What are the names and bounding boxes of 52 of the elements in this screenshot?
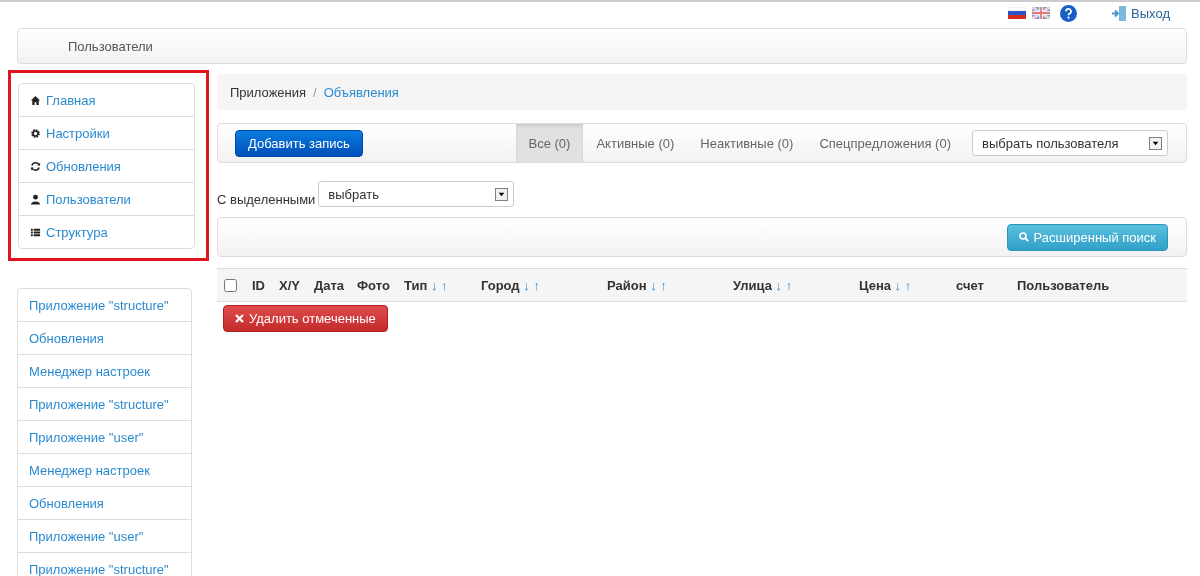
column-header[interactable]: Район ↓ ↑ — [607, 277, 733, 293]
recent-item[interactable]: Обновления — [18, 321, 191, 354]
user-icon — [30, 193, 41, 205]
column-header[interactable]: Улица ↓ ↑ — [733, 277, 859, 293]
filter-tab[interactable]: Неактивные (0) — [687, 124, 807, 162]
select-all-checkbox[interactable] — [224, 278, 237, 292]
add-button[interactable]: Добавить запись — [235, 129, 363, 157]
column-header: X/Y — [279, 277, 301, 293]
advanced-search-button[interactable]: Расширенный поиск — [1006, 223, 1168, 251]
delete-selected-button[interactable]: Удалить отмеченные — [223, 305, 388, 332]
breadcrumb-separator: / — [313, 84, 317, 100]
column-header[interactable]: Тип ↓ ↑ — [404, 277, 481, 293]
nav-item[interactable]: Пользователи — [19, 182, 194, 215]
recent-item[interactable]: Приложение "user" — [18, 420, 191, 453]
column-header: счет — [956, 277, 985, 293]
column-header: ID — [252, 277, 266, 293]
recent-item[interactable]: Приложение "user" — [18, 519, 191, 552]
recent-item[interactable]: Приложение "structure" — [18, 289, 191, 321]
recent-item[interactable]: Менеджер настроек — [18, 453, 191, 486]
recent-item[interactable]: Обновления — [18, 486, 191, 519]
recent-item[interactable]: Приложение "structure" — [18, 552, 191, 576]
striped-flag-icon[interactable] — [1008, 7, 1027, 19]
logout-link[interactable]: Выход — [1111, 4, 1170, 22]
recent-item[interactable]: Приложение "structure" — [18, 387, 191, 420]
user-select[interactable]: выбрать пользователя — [972, 130, 1168, 156]
nav-item[interactable]: Структура — [19, 215, 194, 248]
list-icon — [30, 226, 41, 238]
filter-tab[interactable]: Спецпредложения (0) — [806, 124, 964, 162]
breadcrumb-link[interactable]: Объявления — [323, 84, 399, 100]
column-header: Дата — [314, 277, 346, 293]
home-icon — [30, 94, 41, 106]
nav-item[interactable]: Настройки — [19, 116, 194, 149]
breadcrumb-current: Приложения — [230, 84, 307, 100]
close-icon — [235, 314, 244, 323]
recent-item[interactable]: Менеджер настроек — [18, 354, 191, 387]
bulk-action-select[interactable]: выбрать — [318, 181, 515, 207]
column-header: Фото — [357, 277, 391, 293]
column-header[interactable]: Город ↓ ↑ — [481, 277, 607, 293]
refresh-icon — [30, 160, 41, 172]
settings-icon — [30, 127, 41, 139]
help-icon[interactable] — [1060, 4, 1078, 22]
nav-item[interactable]: Главная — [19, 84, 194, 116]
bulk-label: С выделенными — [217, 192, 316, 207]
column-header[interactable]: Цена ↓ ↑ — [859, 277, 956, 293]
column-header: Пользователь — [1017, 277, 1111, 293]
search-icon — [1018, 232, 1029, 242]
page-title: Пользователи — [68, 38, 153, 54]
filter-tab[interactable]: Все (0) — [515, 124, 584, 162]
exit-icon — [1111, 4, 1128, 22]
filter-tab[interactable]: Активные (0) — [583, 124, 688, 162]
nav-item[interactable]: Обновления — [19, 149, 194, 182]
cross-flag-icon[interactable] — [1032, 7, 1051, 19]
